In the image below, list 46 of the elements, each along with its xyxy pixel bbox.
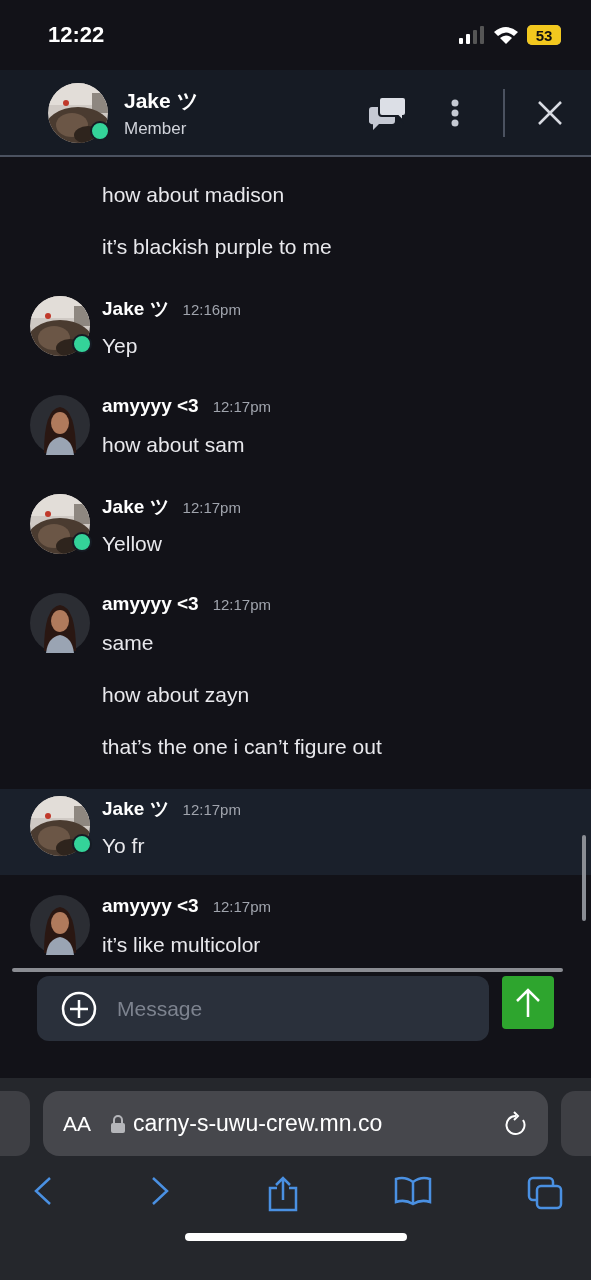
message-text: that’s the one i can’t figure out: [102, 734, 382, 760]
message-input[interactable]: Message: [115, 995, 489, 1022]
message-time: 12:17pm: [212, 398, 272, 415]
message-text: it’s blackish purple to me: [102, 234, 332, 260]
message-text: Yep: [102, 333, 139, 359]
text-size-button[interactable]: AA: [63, 1111, 91, 1136]
url-text: carny-s-uwu-crew.mn.co: [133, 1110, 384, 1137]
message-time: 12:17pm: [182, 499, 241, 516]
author-name: amyyyy <3: [102, 895, 199, 917]
avatar-icon: [30, 395, 90, 455]
reload-icon[interactable]: [504, 1110, 528, 1137]
tabs-icon[interactable]: [527, 1176, 563, 1210]
message-time: 12:16pm: [182, 301, 241, 318]
contact-name: Jake ツ: [124, 87, 200, 114]
book-icon[interactable]: [393, 1176, 432, 1206]
lock-icon: [111, 1114, 125, 1133]
message-text: same: [102, 630, 155, 656]
address-bar[interactable]: AA carny-s-uwu-crew.mn.co: [43, 1091, 548, 1156]
share-icon[interactable]: [266, 1176, 299, 1212]
message-text: how about sam: [102, 432, 246, 458]
message-text: Yo fr: [102, 833, 146, 859]
avatar-icon: [30, 895, 90, 955]
message-time: 12:17pm: [212, 898, 272, 915]
author-name: amyyyy <3: [102, 593, 199, 615]
author-name: Jake ツ: [102, 797, 169, 821]
wifi-icon: [493, 26, 519, 44]
message-field[interactable]: Message: [37, 976, 489, 1041]
arrow-up-icon: [514, 986, 542, 1019]
send-button[interactable]: [502, 976, 554, 1029]
avatar-icon: [30, 593, 90, 653]
message-text: it’s like multicolor: [102, 932, 262, 958]
message-time: 12:17pm: [182, 801, 241, 818]
more-icon[interactable]: [451, 98, 459, 127]
message-text: Yellow: [102, 531, 163, 557]
message-text: how about madison: [102, 182, 286, 208]
add-icon[interactable]: [61, 990, 97, 1027]
author-name: amyyyy <3: [102, 395, 199, 417]
author-name: Jake ツ: [102, 495, 169, 519]
message-time: 12:17pm: [212, 596, 272, 613]
battery-icon: 53: [527, 25, 561, 45]
message-text: how about zayn: [102, 682, 251, 708]
status-time: 12:22: [48, 22, 106, 48]
close-icon[interactable]: [537, 99, 563, 126]
author-name: Jake ツ: [102, 297, 169, 321]
contact-role: Member: [124, 118, 188, 139]
signal-icon: [459, 26, 485, 44]
